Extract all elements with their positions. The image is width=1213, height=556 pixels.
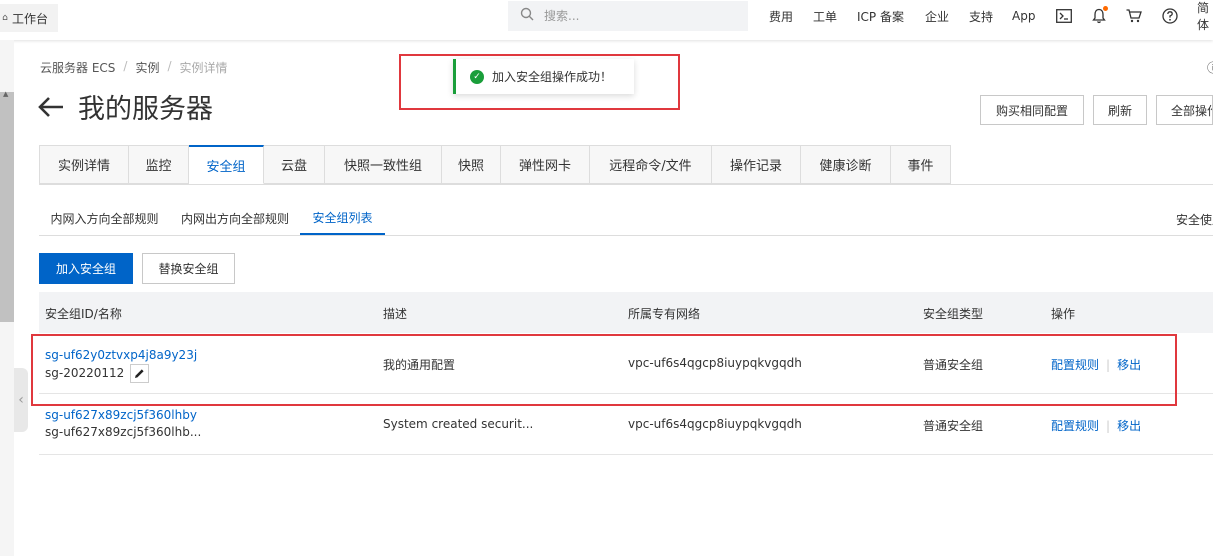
tab-operation-log[interactable]: 操作记录 [712, 145, 801, 184]
cart-icon[interactable] [1124, 6, 1144, 26]
header-type: 安全组类型 [923, 307, 984, 321]
home-icon: ⌂ [2, 13, 8, 23]
tab-snapshot[interactable]: 快照 [442, 145, 501, 184]
nav-tickets[interactable]: 工单 [813, 0, 837, 32]
security-group-subtabs: 内网入方向全部规则 内网出方向全部规则 安全组列表 [39, 202, 385, 236]
workbench-label: 工作台 [12, 11, 49, 26]
tab-monitoring[interactable]: 监控 [129, 145, 189, 184]
action-separator: | [1106, 419, 1111, 433]
header-id-name: 安全组ID/名称 [45, 307, 122, 321]
bell-icon[interactable] [1089, 6, 1109, 26]
tab-instance-details[interactable]: 实例详情 [39, 145, 129, 184]
row-highlight-box [31, 334, 1177, 406]
tab-remote-command[interactable]: 远程命令/文件 [590, 145, 712, 184]
tab-events[interactable]: 事件 [891, 145, 951, 184]
breadcrumb-separator: / [123, 59, 128, 73]
nav-enterprise[interactable]: 企业 [925, 0, 949, 32]
terminal-icon[interactable] [1054, 6, 1074, 26]
header-vpc: 所属专有网络 [628, 307, 701, 321]
tab-elastic-nic[interactable]: 弹性网卡 [501, 145, 590, 184]
language-switch[interactable]: 简体 [1197, 0, 1213, 32]
subtab-outbound-rules[interactable]: 内网出方向全部规则 [170, 202, 300, 235]
nav-icp[interactable]: ICP 备案 [857, 0, 904, 32]
security-group-type: 普通安全组 [923, 419, 984, 433]
header-actions: 操作 [1051, 307, 1076, 321]
search-icon [520, 7, 534, 25]
row-actions: 配置规则 | 移出 [1051, 417, 1141, 434]
scrollbar-thumb[interactable] [0, 92, 14, 322]
buy-same-config-button[interactable]: 购买相同配置 [980, 95, 1084, 125]
workbench-link[interactable]: ⌂ 工作台 [0, 4, 58, 32]
breadcrumb-separator: / [167, 59, 172, 73]
success-toast: ✓ 加入安全组操作成功！ [453, 59, 634, 94]
back-arrow-icon[interactable] [38, 96, 64, 124]
table-header: 安全组ID/名称 描述 所属专有网络 安全组类型 操作 [39, 292, 1213, 333]
nav-app[interactable]: App [1012, 0, 1035, 32]
breadcrumb-ecs[interactable]: 云服务器 ECS [40, 59, 115, 76]
remove-link[interactable]: 移出 [1117, 419, 1141, 433]
tab-cloud-disk[interactable]: 云盘 [264, 145, 325, 184]
replace-security-group-button[interactable]: 替换安全组 [142, 253, 235, 284]
help-icon[interactable] [1160, 6, 1180, 26]
toast-message: 加入安全组操作成功！ [492, 70, 613, 84]
header-description: 描述 [383, 307, 408, 321]
chevron-left-icon: ‹ [18, 392, 24, 408]
notification-dot [1103, 6, 1108, 11]
nav-fees[interactable]: 费用 [769, 0, 793, 32]
subtabs-divider [39, 235, 1213, 236]
configure-rules-link[interactable]: 配置规则 [1051, 419, 1099, 433]
detail-tabs: 实例详情 监控 安全组 云盘 快照一致性组 快照 弹性网卡 远程命令/文件 操作… [39, 145, 951, 185]
security-usage-link[interactable]: 安全使用 [1176, 211, 1213, 228]
tab-health-diagnosis[interactable]: 健康诊断 [801, 145, 891, 184]
tab-snapshot-consistency-group[interactable]: 快照一致性组 [325, 145, 442, 184]
page-title: 我的服务器 [78, 94, 213, 125]
tabs-divider [39, 184, 1213, 185]
security-group-name: sg-uf627x89zcj5f360lhb... [45, 425, 202, 439]
breadcrumb-instances[interactable]: 实例 [135, 59, 159, 76]
info-icon[interactable]: ⓘ [1207, 59, 1213, 76]
security-group-id-link[interactable]: sg-uf627x89zcj5f360lhby [45, 408, 197, 422]
scroll-up-icon[interactable]: ▲ [3, 90, 8, 98]
vpc-id: vpc-uf6s4qgcp8iuypqkvgqdh [628, 417, 802, 431]
refresh-button[interactable]: 刷新 [1093, 95, 1147, 125]
breadcrumb: 云服务器 ECS / 实例 / 实例详情 [40, 59, 228, 76]
tab-security-group[interactable]: 安全组 [189, 145, 264, 184]
subtab-inbound-rules[interactable]: 内网入方向全部规则 [39, 202, 170, 235]
security-group-description: System created securit... [383, 417, 534, 431]
join-security-group-button[interactable]: 加入安全组 [39, 253, 133, 284]
sidebar-collapse-handle[interactable]: ‹ [14, 368, 28, 432]
search-input[interactable] [542, 8, 726, 24]
subtab-security-group-list[interactable]: 安全组列表 [300, 202, 385, 235]
all-operations-button[interactable]: 全部操作 [1156, 95, 1213, 125]
nav-support[interactable]: 支持 [969, 0, 993, 32]
search-box[interactable] [508, 1, 748, 31]
breadcrumb-current: 实例详情 [179, 61, 228, 75]
top-bar: ⌂ 工作台 费用 工单 ICP 备案 企业 支持 App 简体 [0, 0, 1213, 40]
check-circle-icon: ✓ [470, 69, 484, 84]
